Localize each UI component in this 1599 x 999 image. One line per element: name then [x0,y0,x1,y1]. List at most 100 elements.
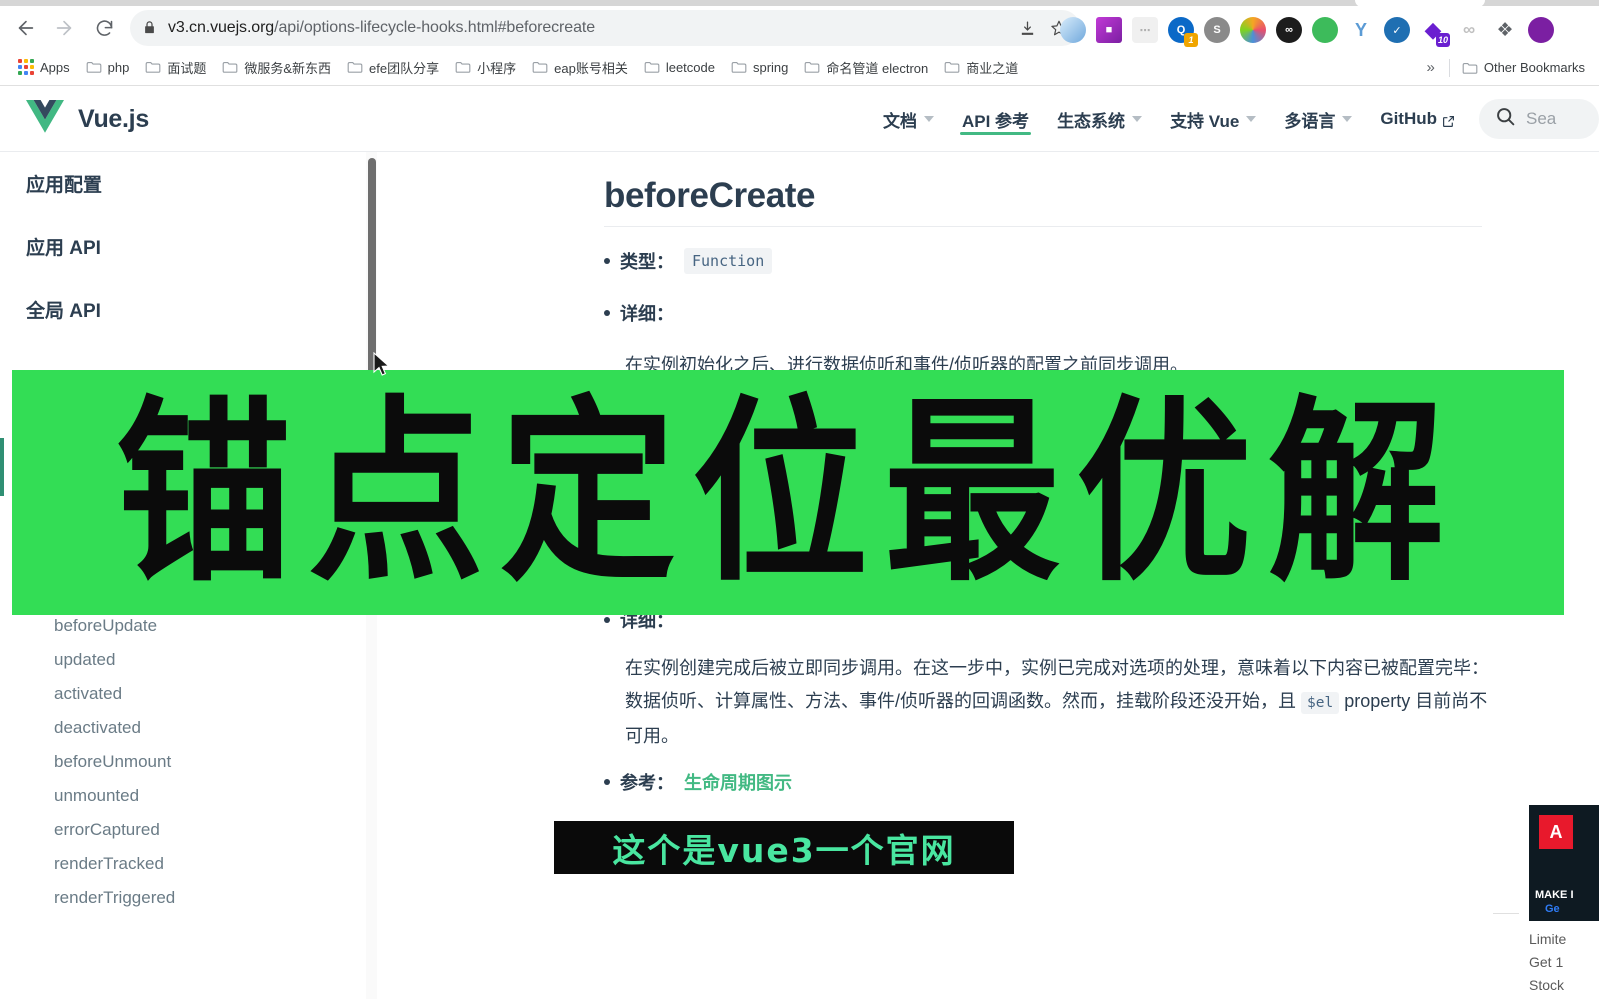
apps-shortcut[interactable]: Apps [10,56,78,78]
ad-caption-line-2: Get 1 [1529,954,1564,970]
bookmark-label: php [107,59,130,75]
bookmark-label: 小程序 [477,60,517,76]
purple-diamond-extension-icon[interactable]: ◆ 10 [1420,17,1450,47]
sidebar-item-activated[interactable]: activated [0,677,375,711]
url-domain: v3.cn.vuejs.org [168,19,275,36]
color-wheel-extension-icon[interactable] [1240,17,1266,43]
nav-item-support-vue[interactable]: 支持 Vue [1156,86,1270,152]
infinity-extension-icon[interactable]: ∞ [1276,17,1302,43]
other-bookmarks-label: Other Bookmarks [1483,60,1585,75]
folder-icon [1462,61,1478,75]
checkmark-extension-icon[interactable]: ✓ [1384,17,1410,43]
green-banner-text: 锚点定位最优解 [115,376,1460,608]
onenote-badge: 1 [1184,33,1198,47]
chevron-down-icon [1342,116,1353,122]
bookmark-folder[interactable]: 微服务&新东西 [214,55,339,80]
lifecycle-diagram-link[interactable]: 生命周期图示 [684,769,792,795]
bookmark-label: eap账号相关 [554,60,628,76]
purple-diamond-badge: 10 [1435,33,1450,47]
sidebar-item-rendertriggered[interactable]: renderTriggered [0,881,375,915]
ad-caption-line-3: Stock [1529,977,1565,993]
sidebar-item-unmounted[interactable]: unmounted [0,779,375,813]
puzzle-extensions-icon[interactable]: ❖ [1492,17,1518,43]
sidebar-item-beforeunmount[interactable]: beforeUnmount [0,745,375,779]
bookmark-folder[interactable]: spring [723,57,796,78]
nav-item-languages[interactable]: 多语言 [1270,86,1366,152]
bookmark-folder[interactable]: efe团队分享 [339,55,447,80]
ad-caption-line-1: Limite [1529,931,1567,947]
sidebar-group-app-api[interactable]: 应用 API [0,215,375,278]
site-brand[interactable]: Vue.js [26,100,149,138]
type-label: 类型： [620,252,674,272]
address-bar[interactable]: v3.cn.vuejs.org/api/options-lifecycle-ho… [130,10,1080,46]
bookmark-label: 命名管道 electron [826,60,929,76]
folder-icon [644,60,660,74]
sidebar-item-rendertracked[interactable]: renderTracked [0,847,375,881]
ad-cta[interactable]: Ge [1545,903,1560,915]
bookmark-folder[interactable]: php [78,57,138,78]
handwritten-note-box: 这个是vue3一个官网 [554,821,1014,874]
notebook-extension-icon[interactable]: ■ [1096,17,1122,43]
skype-extension-icon[interactable]: S [1204,17,1230,43]
nav-item-api-reference[interactable]: API 参考 [948,86,1043,152]
url-path: /api/options-lifecycle-hooks.html#before… [274,19,596,36]
bookmark-label: efe团队分享 [369,60,440,76]
reference-label: 参考： [620,773,674,793]
sidebar-group-app-config[interactable]: 应用配置 [0,152,375,215]
handwritten-note-text: 这个是vue3一个官网 [612,830,956,870]
search-input[interactable]: Sea [1479,99,1599,139]
detail-paragraph-2: 在实例创建完成后被立即同步调用。在这一步中，实例已完成对选项的处理，意味着以下内… [625,652,1505,753]
chevron-down-icon [1246,116,1257,122]
external-link-icon [1442,113,1455,127]
bookmark-folder[interactable]: 小程序 [447,55,524,80]
sidebar-item-errorcaptured[interactable]: errorCaptured [0,813,375,847]
sidebar-item-deactivated[interactable]: deactivated [0,711,375,745]
sidebar-item-updated[interactable]: updated [0,643,375,677]
forward-button[interactable] [48,12,80,44]
bookmark-folder[interactable]: eap账号相关 [524,55,636,80]
bookmark-folder[interactable]: 面试题 [137,55,214,80]
reload-button[interactable] [88,12,120,44]
loop-extension-icon[interactable]: ∞ [1456,17,1482,43]
bullet-dot [604,779,610,785]
bookmarks-overflow-button[interactable]: » [1417,59,1445,76]
evernote-extension-icon[interactable] [1312,17,1338,43]
nav-item-ecosystem[interactable]: 生态系统 [1043,86,1156,152]
bookmark-folder[interactable]: leetcode [636,57,723,78]
download-icon[interactable] [1014,15,1040,41]
bookmark-label: 微服务&新东西 [244,60,332,76]
type-row: 类型： Function [604,248,773,274]
onenote-extension-icon[interactable]: Q1 [1168,17,1198,47]
advertisement-banner[interactable]: A MAKE I Ge [1529,805,1599,921]
bookmark-label: 商业之道 [966,60,1019,76]
ad-caption: Limite Get 1 Stock [1529,928,1599,997]
bookmark-folder[interactable]: 商业之道 [936,55,1026,80]
site-header: Vue.js 文档 API 参考 生态系统 支持 Vue 多语言 GitHub [0,86,1599,152]
nav-item-github[interactable]: GitHub [1366,86,1469,152]
folder-icon [944,60,960,74]
nav-label: API 参考 [962,111,1030,131]
folder-icon [222,60,238,74]
gray-dots-extension-icon[interactable]: ⋯ [1132,17,1158,43]
browser-chrome: v3.cn.vuejs.org/api/options-lifecycle-ho… [0,0,1599,86]
adobe-logo-glyph: A [1549,821,1563,842]
folder-icon [86,60,102,74]
folder-icon [455,60,471,74]
extensions-bar: ■ ⋯ Q1 S ∞ Y ✓ ◆ 10 ∞ ❖ [1060,10,1554,50]
sidebar-group-global-api[interactable]: 全局 API [0,278,375,341]
page-title: beforeCreate [604,176,816,215]
bookmarks-bar-right: » Other Bookmarks [1417,49,1594,85]
other-bookmarks-folder[interactable]: Other Bookmarks [1454,57,1593,78]
brand-title: Vue.js [78,104,149,133]
browser-toolbar: v3.cn.vuejs.org/api/options-lifecycle-ho… [0,6,1599,51]
back-button[interactable] [10,12,42,44]
bookmark-label: spring [752,59,789,75]
grammar-extension-icon[interactable] [1060,17,1086,43]
profile-avatar[interactable] [1528,17,1554,43]
detail-label: 详细： [620,304,674,324]
y-extension-icon[interactable]: Y [1348,17,1374,43]
nav-item-docs[interactable]: 文档 [869,86,948,152]
bookmarks-bar: Apps php 面试题 微服务&新东西 efe团队分享 小程序 eap账号相关… [0,49,1599,86]
sidebar-active-indicator [0,438,4,496]
bookmark-folder[interactable]: 命名管道 electron [796,55,936,80]
